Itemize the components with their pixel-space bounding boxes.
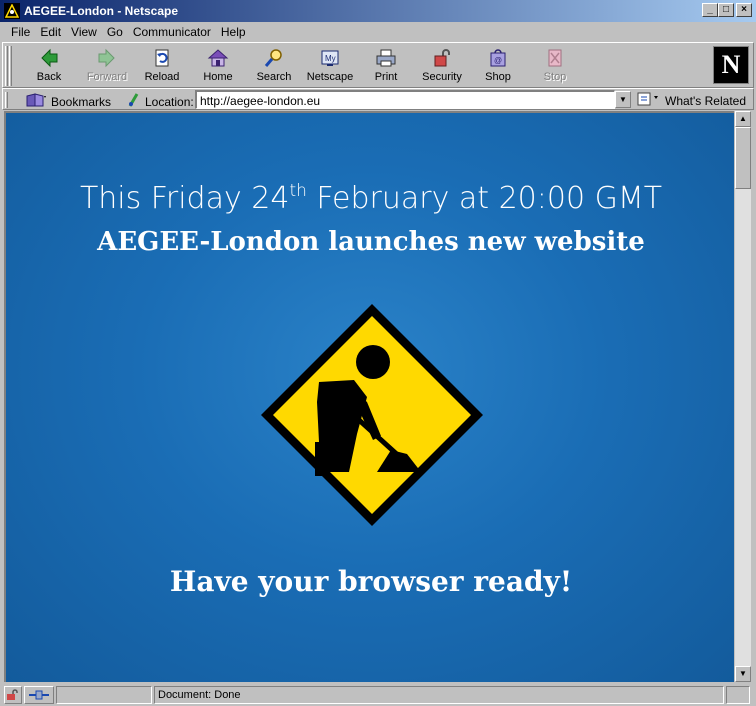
shop-label: Shop xyxy=(485,71,511,83)
svg-text:My: My xyxy=(325,54,336,63)
url-dropdown-button[interactable]: ▼ xyxy=(615,91,631,108)
scroll-down-button[interactable]: ▼ xyxy=(735,666,751,682)
reload-button[interactable]: Reload xyxy=(134,47,190,87)
search-button[interactable]: Search xyxy=(246,47,302,87)
chevron-up-icon: ▲ xyxy=(739,114,747,123)
reload-label: Reload xyxy=(144,71,180,83)
url-input[interactable]: http://aegee-london.eu xyxy=(195,90,615,109)
navigation-toolbar: Back Forward Reload Home Search My Netsc… xyxy=(2,42,754,88)
window-title: AEGEE-London - Netscape xyxy=(24,4,179,18)
toolbar-grip[interactable] xyxy=(5,46,8,86)
home-button[interactable]: Home xyxy=(190,47,246,87)
reload-icon xyxy=(150,47,174,69)
vertical-scrollbar[interactable]: ▲ ▼ xyxy=(734,111,751,682)
back-button[interactable]: Back xyxy=(21,47,77,87)
location-icon[interactable] xyxy=(127,92,141,111)
shop-button[interactable]: @ Shop xyxy=(470,47,526,87)
netscape-button[interactable]: My Netscape xyxy=(302,47,358,87)
browser-ready-heading: Have your browser ready! xyxy=(169,565,573,598)
home-icon xyxy=(206,47,230,69)
bookmarks-label: Bookmarks xyxy=(51,94,112,109)
whats-related-icon xyxy=(637,91,661,110)
menu-view[interactable]: View xyxy=(66,25,102,39)
stop-button[interactable]: Stop xyxy=(527,47,583,87)
stop-label: Stop xyxy=(543,71,567,83)
date-text-end: February at 20:00 GMT xyxy=(306,181,663,216)
search-label: Search xyxy=(256,71,292,83)
netscape-logo[interactable]: N xyxy=(713,46,749,84)
whats-related-button[interactable]: What's Related xyxy=(637,91,746,110)
print-label: Print xyxy=(374,71,398,83)
forward-arrow-icon xyxy=(95,47,119,69)
shop-bag-icon: @ xyxy=(486,47,510,69)
security-button[interactable]: Security xyxy=(414,47,470,87)
maximize-button[interactable]: □ xyxy=(718,3,734,17)
location-label: Location: xyxy=(145,94,194,109)
back-label: Back xyxy=(36,71,62,83)
launch-announcement-heading: AEGEE-London launches new website xyxy=(97,227,645,257)
whats-related-label: What's Related xyxy=(665,93,746,108)
under-construction-sign-icon xyxy=(261,304,483,526)
print-button[interactable]: Print xyxy=(358,47,414,87)
scroll-up-button[interactable]: ▲ xyxy=(735,111,751,127)
netscape-label: Netscape xyxy=(306,71,354,83)
menu-bar: File Edit View Go Communicator Help xyxy=(0,22,756,42)
menu-communicator[interactable]: Communicator xyxy=(128,25,216,39)
close-button[interactable]: × xyxy=(736,3,752,17)
forward-label: Forward xyxy=(86,71,128,83)
date-text-start: This Friday 24 xyxy=(79,181,290,216)
chevron-down-icon: ▼ xyxy=(619,95,627,104)
status-bar: Document: Done xyxy=(0,684,756,706)
date-ordinal-suffix: th xyxy=(289,181,307,201)
status-text: Document: Done xyxy=(154,686,724,704)
progress-cell xyxy=(56,686,152,704)
minimize-button[interactable]: _ xyxy=(702,3,718,17)
title-bar: AEGEE-London - Netscape _ □ × xyxy=(0,0,756,22)
connection-status-icon[interactable] xyxy=(24,686,54,704)
lock-icon xyxy=(430,47,454,69)
event-date-heading: This Friday 24th February at 20:00 GMT xyxy=(6,181,734,216)
menu-go[interactable]: Go xyxy=(102,25,128,39)
security-status-icon[interactable] xyxy=(4,686,22,704)
location-grip[interactable] xyxy=(5,92,8,108)
home-label: Home xyxy=(203,71,233,83)
my-netscape-icon: My xyxy=(318,47,342,69)
search-icon xyxy=(262,47,286,69)
page-viewport[interactable]: This Friday 24th February at 20:00 GMT A… xyxy=(4,111,734,682)
bookmarks-icon xyxy=(25,92,47,111)
location-toolbar: Bookmarks Location: http://aegee-london.… xyxy=(2,88,754,110)
forward-button[interactable]: Forward xyxy=(79,47,135,87)
svg-text:@: @ xyxy=(494,56,502,65)
menu-file[interactable]: File xyxy=(6,25,35,39)
menu-edit[interactable]: Edit xyxy=(35,25,66,39)
bookmarks-button[interactable]: Bookmarks xyxy=(25,92,111,111)
back-arrow-icon xyxy=(37,47,61,69)
stop-icon xyxy=(543,47,567,69)
printer-icon xyxy=(374,47,398,69)
menu-help[interactable]: Help xyxy=(216,25,251,39)
security-label: Security xyxy=(422,71,462,83)
resize-grip[interactable] xyxy=(726,686,750,704)
chevron-down-icon: ▼ xyxy=(739,669,747,678)
netscape-window-icon[interactable] xyxy=(4,3,20,19)
scroll-thumb[interactable] xyxy=(735,127,751,189)
